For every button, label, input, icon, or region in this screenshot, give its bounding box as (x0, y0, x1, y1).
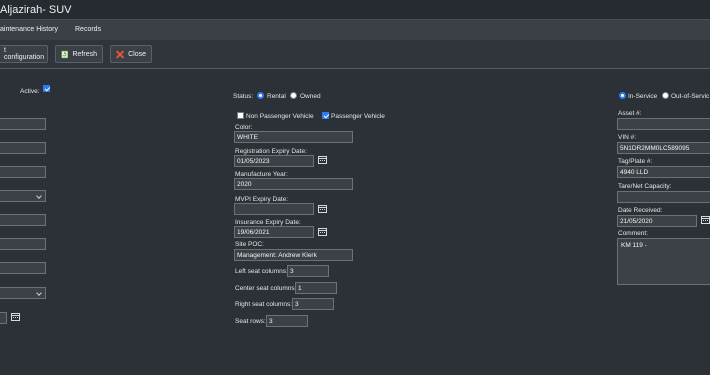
vin-field[interactable]: 5N1DR2MM0LC589095 (617, 142, 710, 154)
date-received-calendar-icon[interactable] (701, 216, 710, 224)
asset-label: Asset #: (618, 110, 642, 117)
date-received-field[interactable]: 21/05/2020 (617, 215, 697, 227)
mvpi-calendar-icon[interactable] (318, 205, 327, 213)
comment-textarea[interactable]: KM 119 - (617, 238, 710, 285)
left-field-2[interactable] (0, 142, 46, 154)
center-seat-columns-field[interactable]: 1 (295, 282, 337, 294)
date-received-label: Date Received: (618, 207, 663, 214)
non-passenger-checkbox[interactable] (237, 112, 244, 119)
site-poc-label: Site POC: (235, 241, 264, 248)
status-rental-radio[interactable] (257, 92, 264, 99)
tare-capacity-label: Tare/Net Capacity: (618, 183, 672, 190)
title-bar: Aljazirah- SUV (0, 0, 710, 19)
refresh-icon (61, 50, 69, 58)
in-service-radio[interactable] (619, 92, 626, 99)
seat-rows-label: Seat rows: (235, 318, 266, 325)
active-label: Active: (20, 88, 40, 95)
window-title: Aljazirah- SUV (0, 4, 72, 16)
left-select-1[interactable] (0, 190, 46, 202)
mvpi-expiry-field[interactable] (234, 203, 314, 215)
left-seat-columns-label: Left seat columns: (235, 268, 288, 275)
status-label: Status: (233, 93, 254, 100)
tare-capacity-field[interactable] (617, 191, 710, 203)
left-seat-columns-field[interactable]: 3 (287, 265, 329, 277)
insurance-calendar-icon[interactable] (318, 228, 327, 236)
status-owned-radio[interactable] (290, 92, 297, 99)
passenger-label: Passenger Vehicle (331, 113, 385, 120)
refresh-label: Refresh (72, 50, 97, 58)
registration-expiry-label: Registration Expiry Date: (235, 148, 307, 155)
out-of-service-label: Out-of-Servic (671, 93, 710, 100)
in-service-label: In-Service (628, 93, 658, 100)
right-seat-columns-label: Right seat columns: (235, 301, 293, 308)
active-checkbox[interactable] (43, 85, 50, 92)
manufacture-year-label: Manufacture Year: (235, 171, 288, 178)
seat-rows-field[interactable]: 3 (266, 315, 308, 327)
status-rental-label: Rental (267, 93, 286, 100)
status-owned-label: Owned (300, 93, 321, 100)
tab-records[interactable]: Records (75, 26, 101, 33)
configuration-label: t configuration (4, 47, 45, 61)
site-poc-field[interactable]: Management: Andrew Klerk (234, 249, 353, 261)
tab-bar: aintenance History Records (0, 19, 710, 42)
insurance-expiry-label: Insurance Expiry Date: (235, 219, 301, 226)
passenger-checkbox[interactable] (322, 112, 329, 119)
toolbar (0, 40, 710, 69)
out-of-service-radio[interactable] (662, 92, 669, 99)
tag-plate-label: Tag/Plate #: (618, 158, 653, 165)
non-passenger-label: Non Passenger Vehicle (246, 113, 314, 120)
vin-label: VIN #: (618, 134, 637, 141)
refresh-button[interactable]: Refresh (55, 45, 103, 63)
right-seat-columns-field[interactable]: 3 (292, 298, 334, 310)
left-field-5[interactable] (0, 238, 46, 250)
close-button[interactable]: Close (110, 45, 152, 63)
close-icon (116, 50, 124, 58)
left-field-3[interactable] (0, 166, 46, 178)
left-date-field[interactable] (0, 312, 7, 324)
close-label: Close (128, 50, 146, 58)
calendar-icon[interactable] (11, 313, 20, 321)
tag-plate-field[interactable]: 4940 LLD (617, 166, 710, 178)
asset-field[interactable] (617, 118, 710, 130)
mvpi-expiry-label: MVPI Expiry Date: (235, 196, 289, 203)
insurance-expiry-field[interactable]: 19/06/2021 (234, 226, 314, 238)
comment-label: Comment: (618, 230, 648, 237)
left-field-4[interactable] (0, 214, 46, 226)
configuration-button[interactable]: t configuration (0, 45, 48, 63)
left-field-6[interactable] (0, 262, 46, 274)
left-field-1[interactable] (0, 118, 46, 130)
color-label: Color: (235, 124, 253, 131)
manufacture-year-field[interactable]: 2020 (234, 178, 353, 190)
registration-expiry-field[interactable]: 01/05/2023 (234, 155, 314, 167)
registration-calendar-icon[interactable] (318, 156, 327, 164)
color-field[interactable]: WHITE (234, 131, 353, 143)
tab-maintenance-history[interactable]: aintenance History (0, 26, 58, 33)
center-seat-columns-label: Center seat columns: (235, 285, 297, 292)
left-select-2[interactable] (0, 287, 46, 299)
